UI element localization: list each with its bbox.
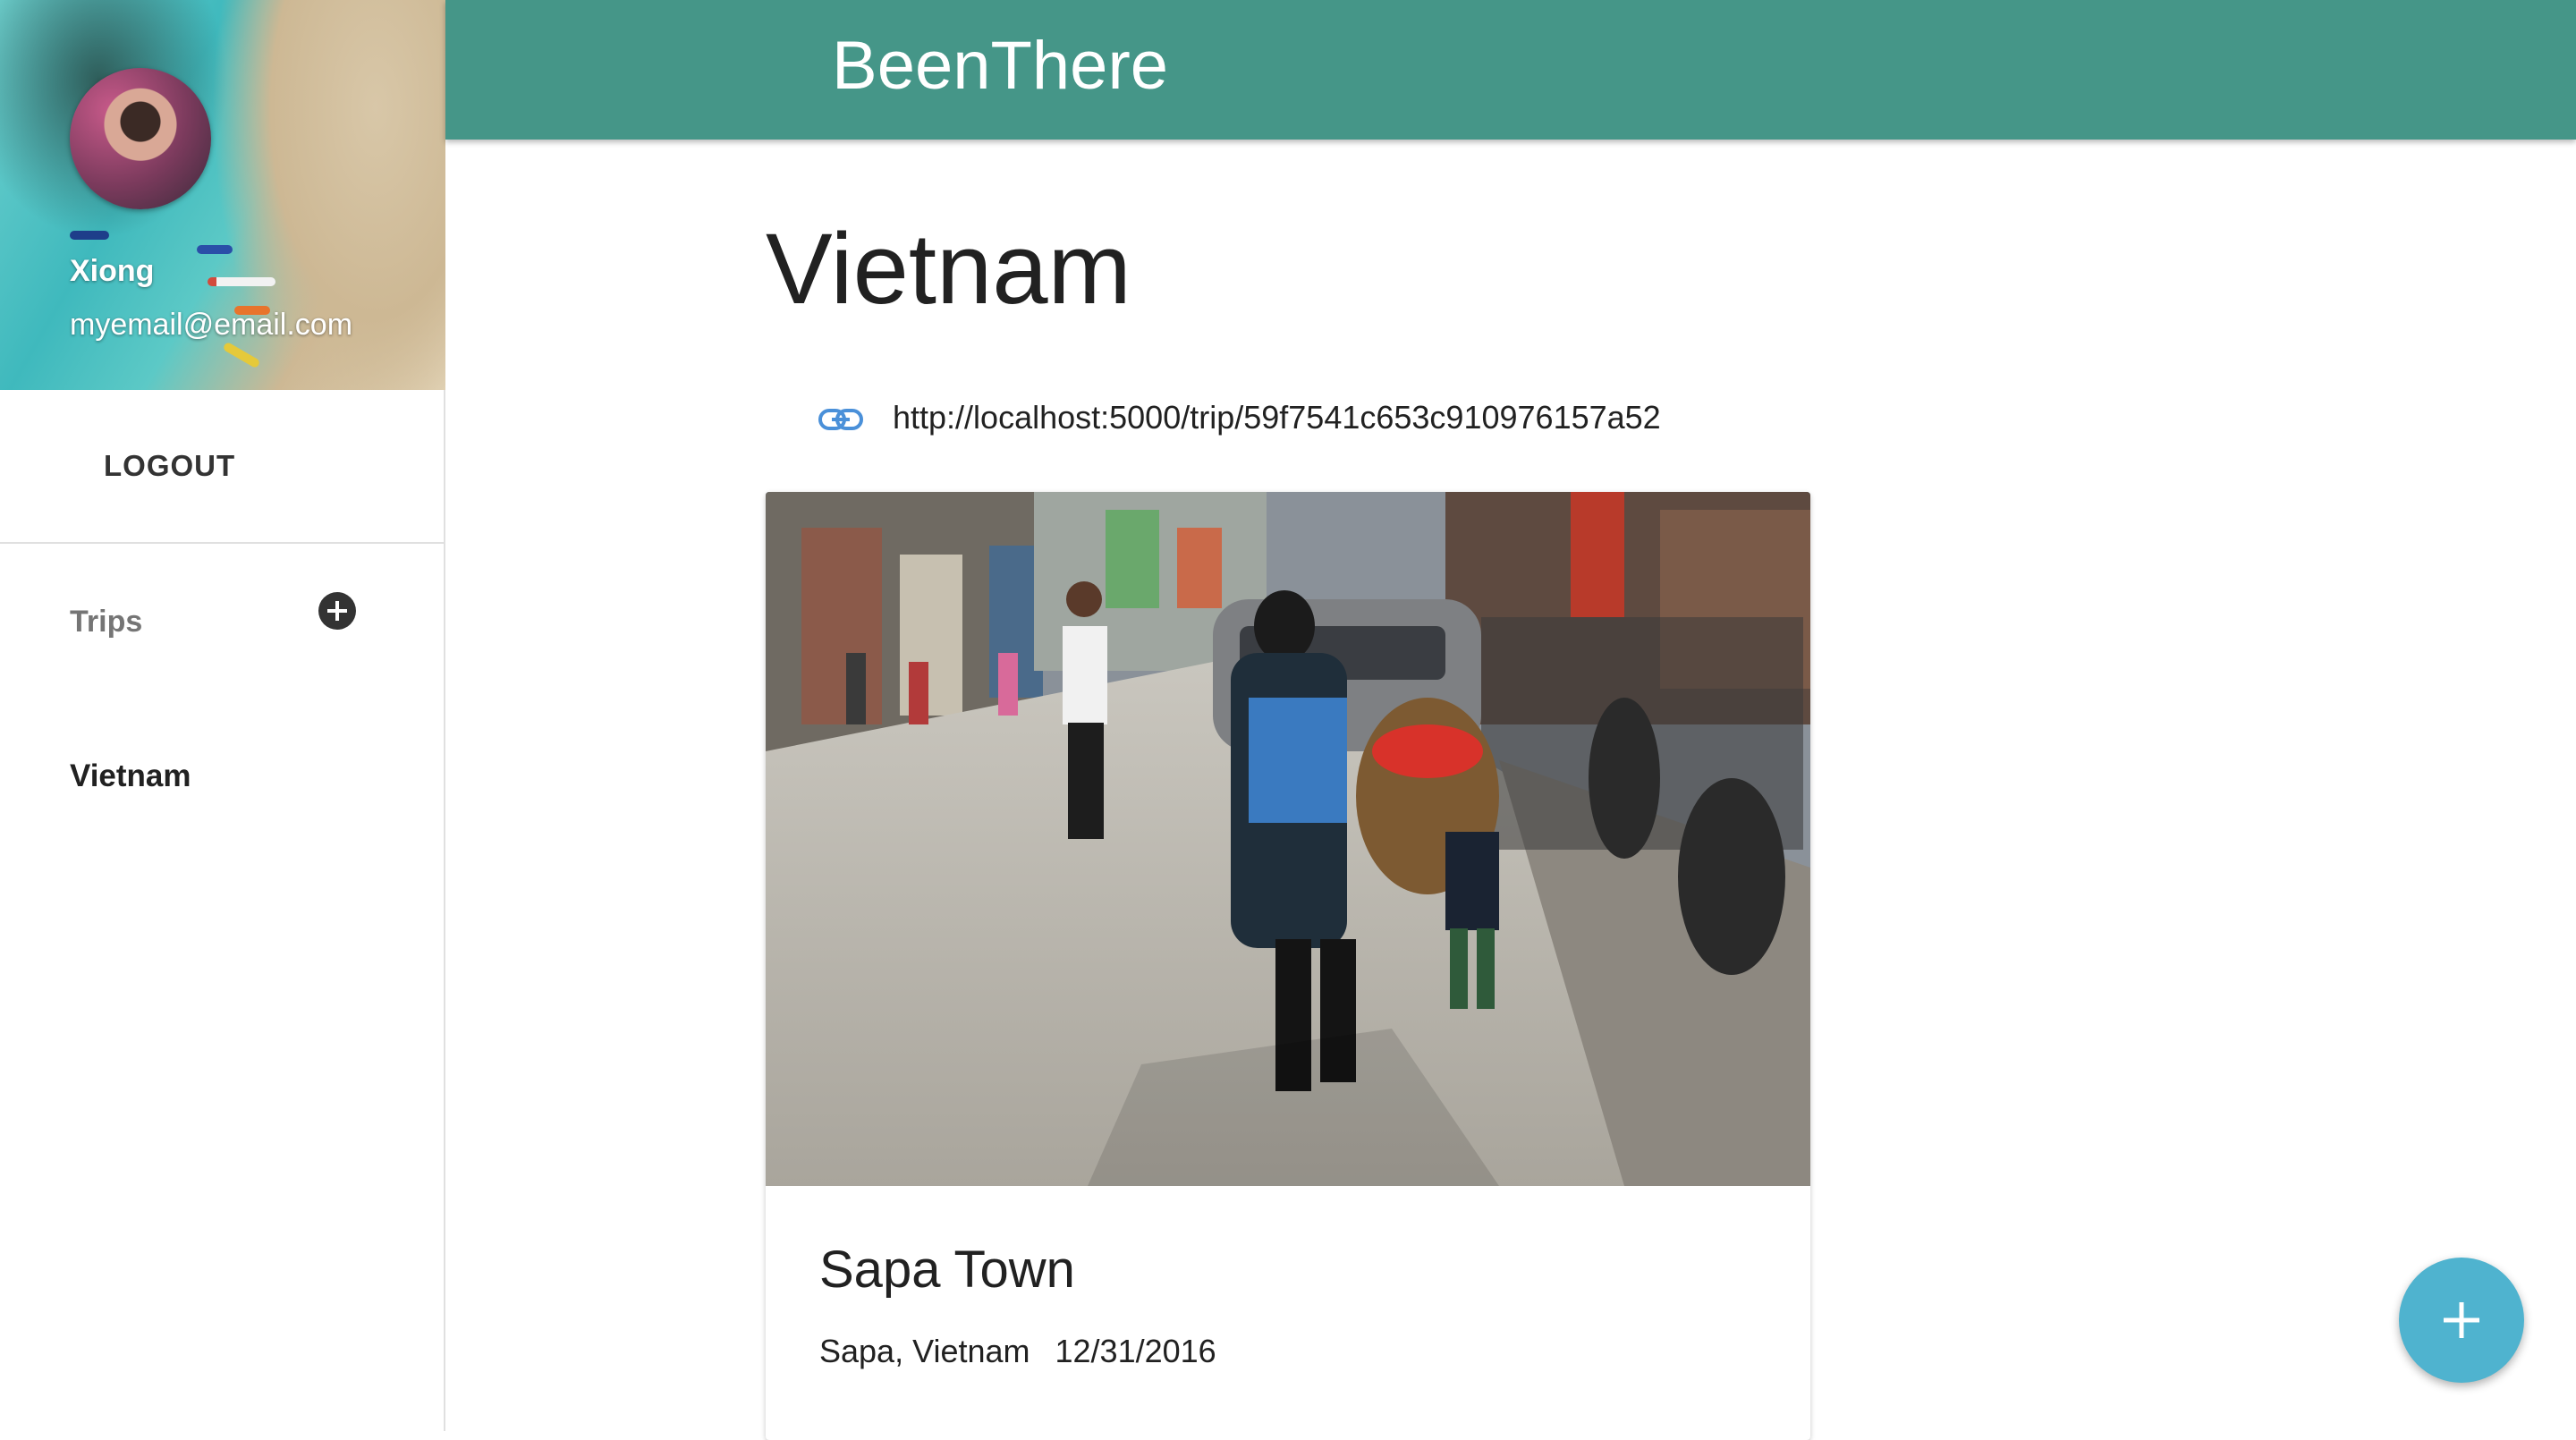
place-photo: [766, 492, 1810, 1186]
page-title: Vietnam: [766, 213, 1131, 325]
share-link-url[interactable]: http://localhost:5000/trip/59f7541c653c9…: [893, 399, 1661, 436]
add-place-fab[interactable]: [2399, 1258, 2524, 1383]
app-title: BeenThere: [832, 28, 1169, 104]
trips-section-label: Trips: [70, 605, 143, 639]
place-card[interactable]: Sapa Town Sapa, Vietnam 12/31/2016: [766, 492, 1810, 1440]
boat-decoration: [197, 245, 233, 254]
place-location: Sapa, Vietnam: [819, 1333, 1030, 1369]
boat-decoration: [208, 277, 275, 286]
app-bar: BeenThere: [445, 0, 2576, 140]
user-name: Xiong: [70, 254, 155, 288]
user-email: myemail@email.com: [70, 308, 353, 342]
logout-label: LOGOUT: [104, 449, 236, 482]
place-name: Sapa Town: [819, 1241, 1075, 1299]
sidebar-item-vietnam[interactable]: Vietnam: [70, 758, 191, 794]
boat-decoration: [222, 341, 261, 369]
sidebar: Xiong myemail@email.com LOGOUT Trips Vie…: [0, 0, 445, 1431]
avatar: [70, 68, 211, 209]
profile-header: Xiong myemail@email.com: [0, 0, 445, 390]
boat-decoration: [70, 231, 109, 240]
link-icon[interactable]: [818, 406, 864, 433]
logout-button[interactable]: LOGOUT: [0, 390, 444, 544]
place-meta: Sapa, Vietnam 12/31/2016: [819, 1333, 1216, 1370]
add-circle-icon[interactable]: [318, 592, 356, 630]
place-card-body: Sapa Town Sapa, Vietnam 12/31/2016: [766, 1186, 1810, 1440]
place-date: 12/31/2016: [1055, 1333, 1216, 1369]
